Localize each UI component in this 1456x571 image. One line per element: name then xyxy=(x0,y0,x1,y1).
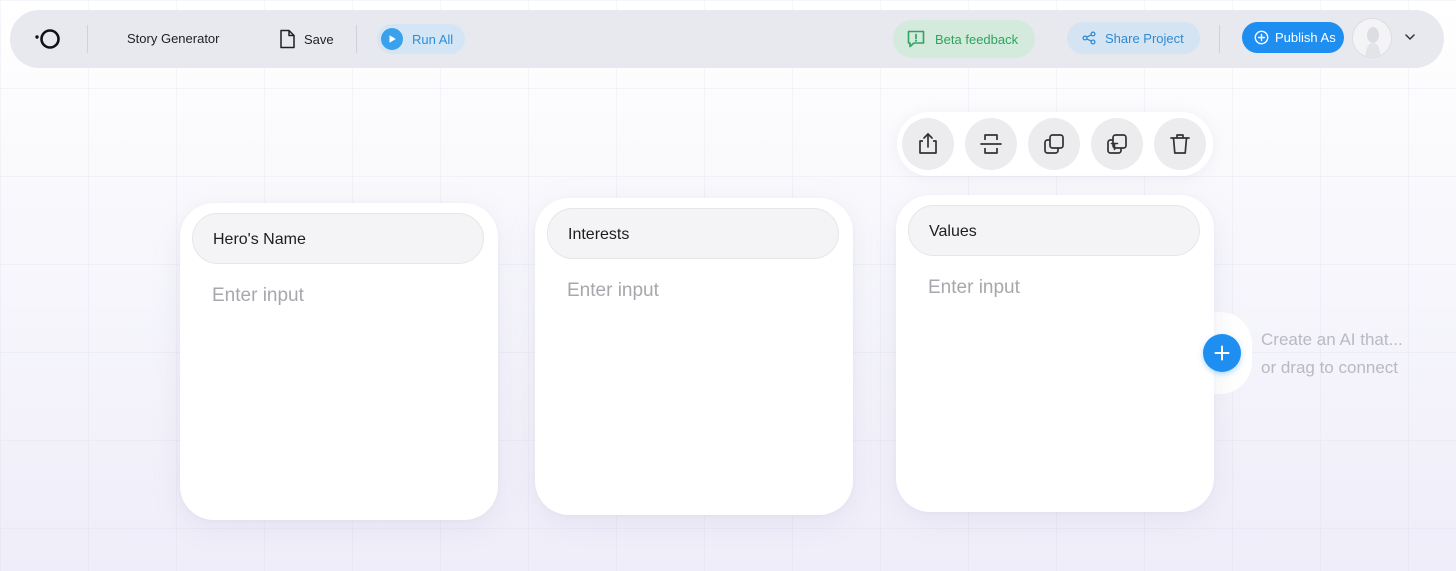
export-button[interactable] xyxy=(902,118,954,170)
card-title[interactable]: Hero's Name xyxy=(192,213,484,264)
export-icon xyxy=(919,133,937,154)
plus-circle-icon xyxy=(1254,30,1269,45)
split-icon xyxy=(980,134,1002,154)
input-card-heros-name[interactable]: Hero's Name xyxy=(180,203,498,520)
node-toolbar xyxy=(897,112,1213,176)
beta-feedback-label: Beta feedback xyxy=(935,31,1019,47)
share-icon xyxy=(1082,31,1096,45)
card-input-field[interactable] xyxy=(567,280,827,302)
input-card-interests[interactable]: Interests xyxy=(535,198,853,515)
avatar[interactable] xyxy=(1352,18,1392,58)
share-project-label: Share Project xyxy=(1105,30,1184,46)
feedback-icon xyxy=(907,30,925,48)
text-copy-button[interactable] xyxy=(1091,118,1143,170)
project-title[interactable]: Story Generator xyxy=(127,10,220,68)
input-card-values[interactable]: Values xyxy=(896,195,1214,512)
run-all-button[interactable]: Run All xyxy=(377,24,465,54)
publish-as-button[interactable]: Publish As xyxy=(1242,22,1344,53)
document-icon xyxy=(280,29,295,49)
duplicate-button[interactable] xyxy=(1028,118,1080,170)
save-label: Save xyxy=(304,31,334,47)
logo-icon[interactable] xyxy=(32,26,72,52)
split-button[interactable] xyxy=(965,118,1017,170)
card-title[interactable]: Interests xyxy=(547,208,839,259)
save-button[interactable]: Save xyxy=(272,24,340,54)
delete-button[interactable] xyxy=(1154,118,1206,170)
run-all-label: Run All xyxy=(412,31,454,47)
share-project-button[interactable]: Share Project xyxy=(1067,22,1200,54)
card-input-field[interactable] xyxy=(928,277,1188,299)
connect-hint-line-1: Create an AI that... xyxy=(1261,330,1403,349)
connect-hint-line-2: or drag to connect xyxy=(1261,358,1399,377)
plus-icon xyxy=(1214,345,1230,361)
card-title[interactable]: Values xyxy=(908,205,1200,256)
divider xyxy=(1219,25,1220,53)
trash-icon xyxy=(1170,134,1190,154)
add-node-button[interactable] xyxy=(1203,334,1241,372)
divider xyxy=(87,25,88,53)
duplicate-icon xyxy=(1044,134,1064,154)
divider xyxy=(356,25,357,53)
play-icon xyxy=(381,28,403,50)
chevron-down-icon[interactable] xyxy=(1403,30,1417,44)
beta-feedback-button[interactable]: Beta feedback xyxy=(893,20,1035,58)
top-bar: Story Generator Save Run All Beta feedba… xyxy=(10,10,1444,68)
publish-as-label: Publish As xyxy=(1275,30,1336,45)
text-copy-icon xyxy=(1107,134,1127,154)
card-input-field[interactable] xyxy=(212,285,472,307)
